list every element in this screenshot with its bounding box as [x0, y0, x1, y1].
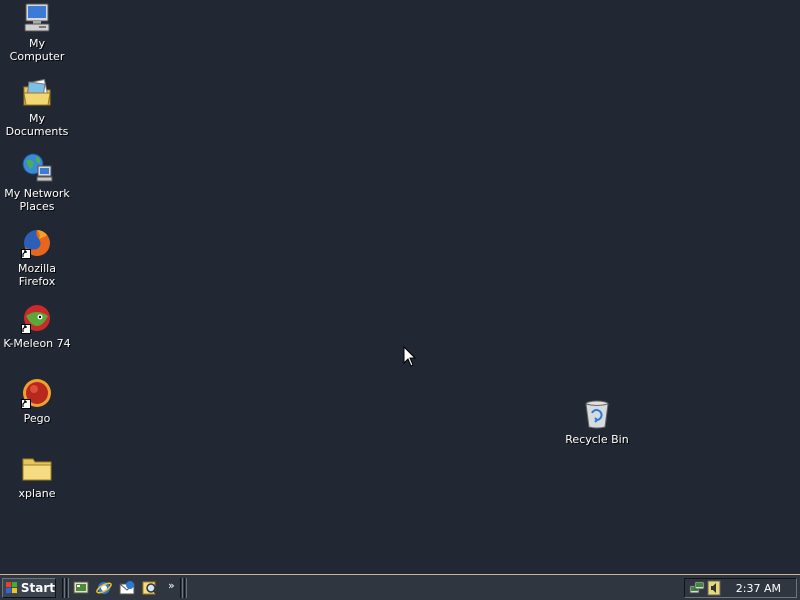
windows-logo-icon	[6, 582, 18, 594]
desktop-icon-label: Recycle Bin	[565, 433, 629, 446]
recycle-bin-icon	[581, 398, 613, 430]
desktop-icon-label: My Computer	[9, 37, 65, 63]
outlook-express-icon[interactable]	[119, 580, 135, 596]
shortcut-arrow-icon	[21, 324, 31, 334]
desktop-icon-label: Mozilla Firefox	[18, 262, 56, 288]
network-icon[interactable]	[689, 580, 705, 596]
my-computer-icon	[21, 2, 53, 34]
desktop[interactable]: My Computer My Documents My Network Plac…	[0, 0, 800, 574]
desktop-icon-label: My Documents	[5, 112, 69, 138]
desktop-icon-label: My Network Places	[4, 187, 70, 213]
start-label: Start	[20, 581, 55, 595]
pego-icon	[21, 377, 53, 409]
desktop-icon-xplane[interactable]: xplane	[0, 452, 74, 500]
desktop-icon-my-network-places[interactable]: My Network Places	[0, 152, 74, 213]
k-meleon-icon	[21, 302, 53, 334]
desktop-icon-my-documents[interactable]: My Documents	[0, 77, 74, 138]
taskbar: Start » 2:37 AM	[0, 574, 800, 600]
firefox-icon	[21, 227, 53, 259]
show-desktop-icon[interactable]	[73, 580, 89, 596]
my-documents-icon	[21, 77, 53, 109]
desktop-icon-pego[interactable]: Pego	[0, 377, 74, 425]
search-icon[interactable]	[142, 580, 158, 596]
network-places-icon	[21, 152, 53, 184]
desktop-icon-label: K-Meleon 74	[3, 337, 71, 350]
clock[interactable]: 2:37 AM	[736, 582, 781, 595]
shortcut-arrow-icon	[21, 249, 31, 259]
system-tray: 2:37 AM	[684, 578, 797, 598]
desktop-icon-mozilla-firefox[interactable]: Mozilla Firefox	[0, 227, 74, 288]
desktop-icon-label: Pego	[23, 412, 51, 425]
desktop-icon-my-computer[interactable]: My Computer	[0, 2, 74, 63]
taskbar-separator	[184, 578, 187, 598]
shortcut-arrow-icon	[21, 399, 31, 409]
taskbar-separator	[66, 578, 69, 598]
desktop-icon-label: xplane	[18, 487, 56, 500]
desktop-icon-k-meleon[interactable]: K-Meleon 74	[0, 302, 74, 350]
mouse-cursor-icon	[403, 345, 417, 372]
start-button[interactable]: Start	[2, 578, 56, 598]
desktop-icon-recycle-bin[interactable]: Recycle Bin	[560, 398, 634, 446]
taskbar-separator	[180, 578, 183, 598]
taskbar-separator	[62, 578, 65, 598]
quick-launch-more-button[interactable]: »	[168, 579, 175, 592]
volume-icon[interactable]	[706, 580, 722, 596]
folder-icon	[21, 452, 53, 484]
internet-explorer-icon[interactable]	[96, 580, 112, 596]
